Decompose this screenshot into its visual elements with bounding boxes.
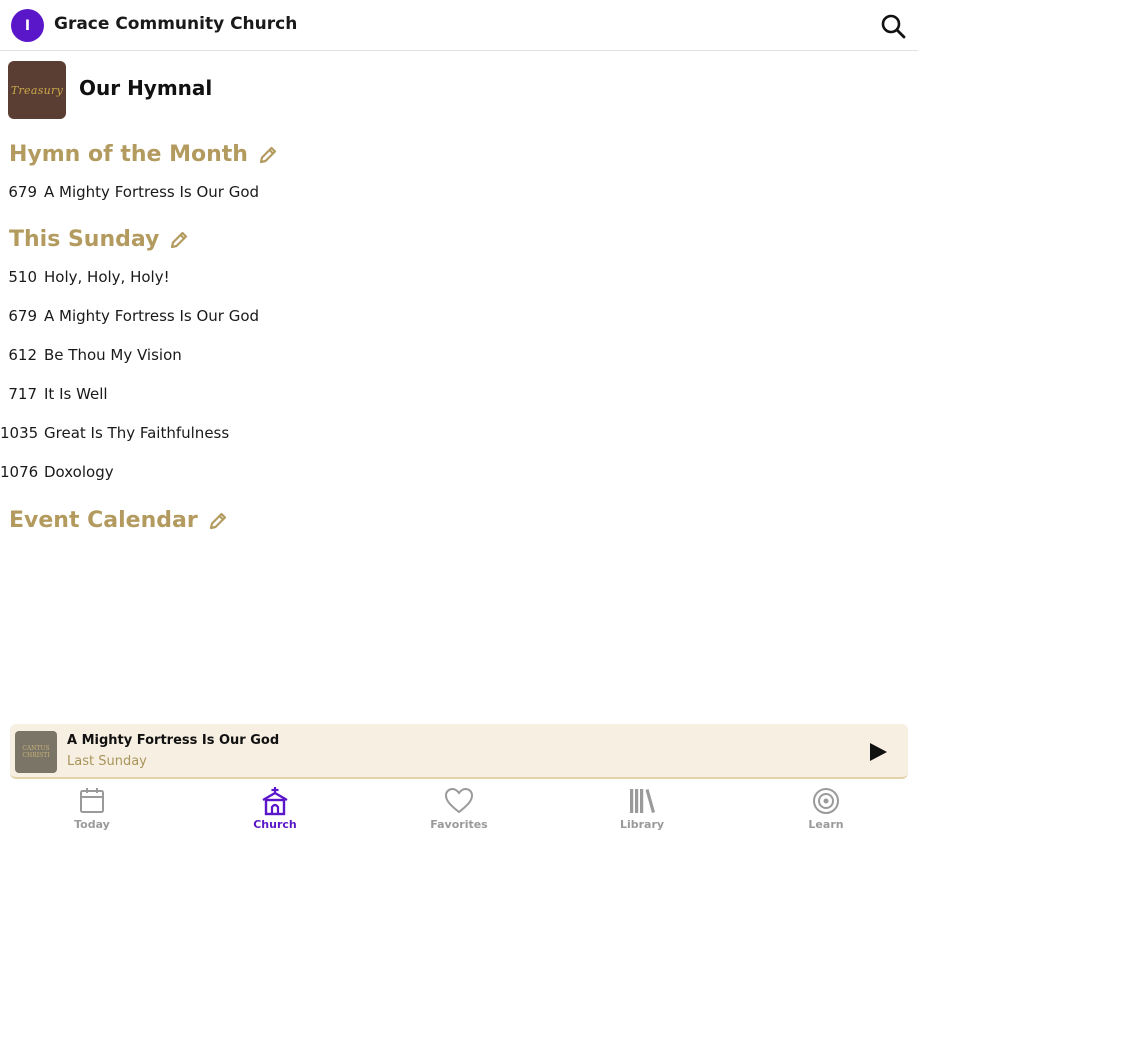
section-this-sunday-heading: This Sunday [9, 227, 189, 252]
tab-church[interactable]: Church [230, 786, 320, 834]
search-button[interactable] [879, 12, 907, 40]
play-button[interactable] [867, 741, 889, 763]
player-art-text: CANTUS CHRISTI [22, 745, 50, 759]
hymn-number: 679 [8, 183, 37, 201]
hymn-list-item[interactable]: 1076 Doxology [0, 459, 400, 485]
hymnal-cover[interactable]: Treasury [8, 61, 66, 119]
hymn-title: Doxology [44, 463, 114, 481]
section-event-calendar-heading: Event Calendar [9, 508, 228, 533]
search-icon [881, 14, 906, 39]
hymn-number: 1035 [0, 424, 39, 442]
tab-label: Church [253, 818, 297, 831]
player-album-art: CANTUS CHRISTI [15, 731, 57, 773]
tab-label: Library [619, 818, 665, 831]
hymn-title: A Mighty Fortress Is Our God [44, 307, 260, 325]
hymn-title: A Mighty Fortress Is Our God [44, 183, 260, 201]
hymn-number: 717 [8, 385, 37, 403]
hymn-list-item[interactable]: 679 A Mighty Fortress Is Our God [0, 303, 400, 329]
section-heading-text: This Sunday [9, 227, 160, 252]
section-hymn-of-month-heading: Hymn of the Month [9, 142, 278, 167]
calendar-icon [80, 788, 104, 813]
player-track-title: A Mighty Fortress Is Our God [67, 733, 280, 748]
books-icon [630, 789, 655, 813]
hymnal-title[interactable]: Our Hymnal [79, 76, 212, 100]
hymn-title: Holy, Holy, Holy! [44, 268, 170, 286]
bottom-tab-bar: Today Church Favorites Library Learn [0, 782, 918, 834]
hymn-list-item[interactable]: 510 Holy, Holy, Holy! [0, 264, 400, 290]
tab-favorites[interactable]: Favorites [414, 786, 504, 834]
heart-icon [444, 787, 474, 814]
play-icon [870, 743, 887, 761]
tab-label: Learn [808, 818, 844, 831]
tab-label: Today [74, 818, 110, 831]
edit-pencil-icon[interactable] [208, 511, 228, 531]
hymn-title: Be Thou My Vision [44, 346, 182, 364]
section-heading-text: Hymn of the Month [9, 142, 248, 167]
target-icon [813, 788, 839, 814]
mini-player[interactable]: CANTUS CHRISTI A Mighty Fortress Is Our … [10, 724, 908, 779]
hymn-number: 1076 [0, 463, 39, 481]
tab-today[interactable]: Today [47, 786, 137, 834]
tab-library[interactable]: Library [597, 786, 687, 834]
hymn-list-item[interactable]: 1035 Great Is Thy Faithfulness [0, 420, 400, 446]
tab-learn[interactable]: Learn [781, 786, 871, 834]
hymn-title: It Is Well [44, 385, 108, 403]
hymn-list-item[interactable]: 679 A Mighty Fortress Is Our God [0, 179, 400, 205]
hymn-title: Great Is Thy Faithfulness [44, 424, 230, 442]
hymn-number: 612 [8, 346, 37, 364]
section-heading-text: Event Calendar [9, 508, 198, 533]
hymn-number: 679 [8, 307, 37, 325]
top-bar: I Grace Community Church [0, 0, 918, 51]
player-track-subtitle: Last Sunday [67, 754, 147, 769]
hymnal-cover-text: Treasury [10, 83, 64, 97]
app-root: I Grace Community Church Treasury Our Hy… [0, 0, 918, 840]
hymn-number: 510 [8, 268, 37, 286]
hymn-list-item[interactable]: 717 It Is Well [0, 381, 400, 407]
edit-pencil-icon[interactable] [258, 145, 278, 165]
church-icon [262, 787, 288, 816]
tab-label: Favorites [430, 818, 488, 831]
edit-pencil-icon[interactable] [169, 230, 189, 250]
church-name: Grace Community Church [54, 14, 298, 34]
profile-avatar[interactable]: I [11, 9, 44, 42]
hymn-list-item[interactable]: 612 Be Thou My Vision [0, 342, 400, 368]
